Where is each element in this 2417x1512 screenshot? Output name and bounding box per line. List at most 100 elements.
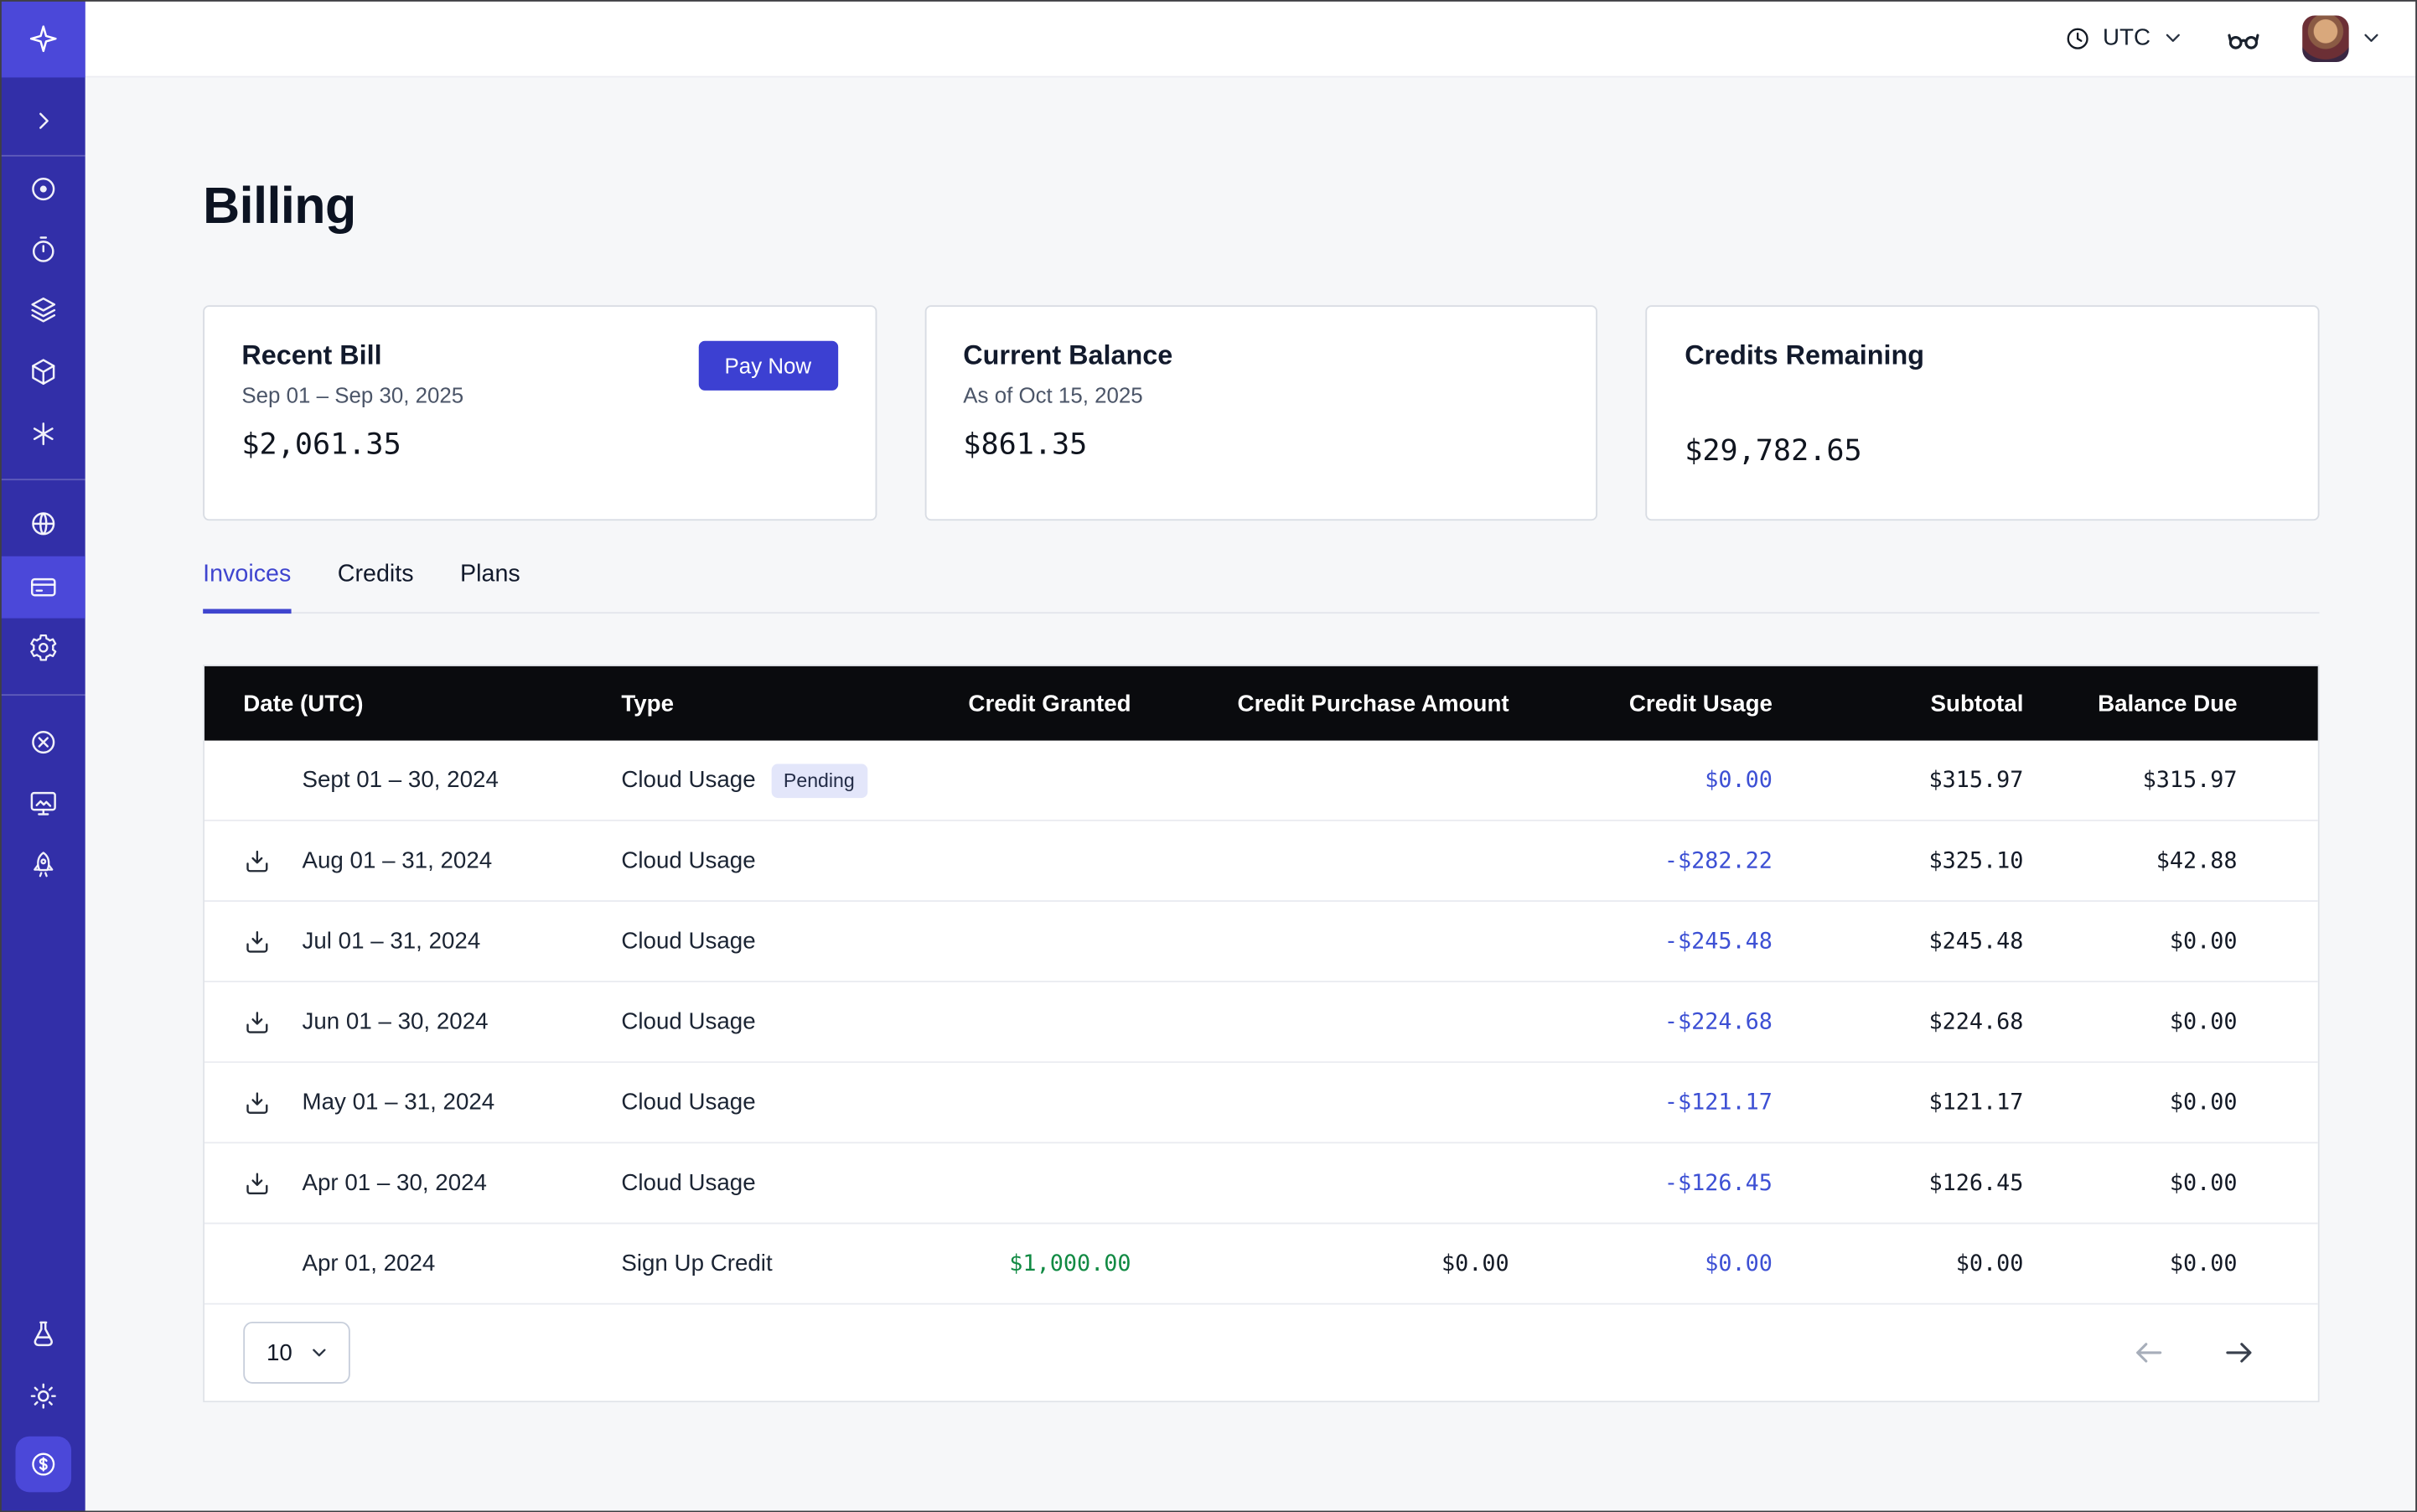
credit-purchase-cell <box>1131 741 1509 820</box>
credit-granted-cell <box>933 902 1131 981</box>
invoice-date-cell: Jul 01 – 31, 2024 <box>204 902 608 981</box>
current-balance-card: Current Balance As of Oct 15, 2025 $861.… <box>924 305 1598 520</box>
column-header: Date (UTC) <box>204 666 608 741</box>
sidebar-item-labs[interactable] <box>0 1303 85 1365</box>
invoice-date-cell: May 01 – 31, 2024 <box>204 1063 608 1142</box>
chevron-down-icon <box>308 1342 329 1364</box>
billing-tabs: Invoices Credits Plans <box>203 561 2319 614</box>
tab-credits[interactable]: Credits <box>338 561 414 614</box>
pay-now-button[interactable]: Pay Now <box>698 341 837 391</box>
invoice-type-cell: Cloud Usage Pending <box>608 741 933 820</box>
column-header: Credit Granted <box>933 666 1131 741</box>
invoice-type: Cloud Usage <box>621 847 755 873</box>
tab-invoices[interactable]: Invoices <box>203 561 291 614</box>
sidebar-item-console[interactable] <box>0 772 85 834</box>
download-invoice-icon[interactable] <box>243 927 271 955</box>
invoice-row: Jul 01 – 31, 2024Cloud Usage-$245.48$245… <box>204 902 2318 982</box>
logo-sparkle-icon <box>27 23 58 54</box>
invoice-type: Cloud Usage <box>621 928 755 954</box>
pending-badge: Pending <box>771 763 867 797</box>
subtotal-cell: $325.10 <box>1773 821 2023 900</box>
sidebar-item-network[interactable] <box>0 493 85 555</box>
balance-due-cell: $0.00 <box>2023 1224 2317 1302</box>
cube-icon <box>27 356 58 387</box>
credit-usage-cell: -$245.48 <box>1509 902 1773 981</box>
balance-due-cell: $0.00 <box>2023 1143 2317 1222</box>
sidebar-divider <box>0 479 85 480</box>
arrow-right-icon <box>2222 1336 2256 1370</box>
subtotal-cell: $315.97 <box>1773 741 2023 820</box>
layers-icon <box>27 294 58 325</box>
column-header: Balance Due <box>2023 666 2317 741</box>
invoice-row: Apr 01, 2024Sign Up Credit$1,000.00$0.00… <box>204 1224 2318 1304</box>
credit-usage-cell: $0.00 <box>1509 741 1773 820</box>
page-title: Billing <box>203 177 2319 236</box>
credit-purchase-cell: $0.00 <box>1131 1224 1509 1302</box>
download-invoice-icon[interactable] <box>243 847 271 874</box>
balance-due-cell: $42.88 <box>2023 821 2317 900</box>
balance-due-cell: $0.00 <box>2023 1063 2317 1142</box>
circle-x-icon <box>27 727 58 758</box>
table-footer: 10 <box>204 1305 2318 1401</box>
invoice-date-cell: Apr 01, 2024 <box>204 1224 608 1302</box>
sidebar-item-volumes[interactable] <box>0 279 85 341</box>
credit-card-icon <box>27 572 58 603</box>
tab-plans[interactable]: Plans <box>460 561 520 614</box>
app-logo[interactable] <box>0 0 85 77</box>
credit-granted-cell: $1,000.00 <box>933 1224 1131 1302</box>
sidebar-item-theme[interactable] <box>0 1365 85 1427</box>
timezone-selector[interactable]: UTC <box>2064 24 2185 52</box>
rocket-icon <box>27 849 58 880</box>
sidebar-item-compute[interactable] <box>0 341 85 403</box>
invoice-type-cell: Cloud Usage <box>608 1063 933 1142</box>
sidebar-divider <box>0 694 85 696</box>
download-invoice-icon[interactable] <box>243 1089 271 1116</box>
credit-purchase-cell <box>1131 821 1509 900</box>
sidebar-item-launch[interactable] <box>0 834 85 896</box>
credit-granted-cell <box>933 741 1131 820</box>
sidebar-item-services[interactable] <box>0 403 85 465</box>
subtotal-cell: $0.00 <box>1773 1224 2023 1302</box>
invoice-date: May 01 – 31, 2024 <box>303 1090 495 1116</box>
invoice-row: May 01 – 31, 2024Cloud Usage-$121.17$121… <box>204 1063 2318 1143</box>
target-icon <box>27 173 58 205</box>
credit-granted-cell <box>933 1143 1131 1222</box>
download-invoice-icon[interactable] <box>243 1169 271 1197</box>
current-balance-amount: $861.35 <box>963 427 1559 462</box>
glasses-icon[interactable] <box>2225 19 2262 56</box>
sidebar-item-billing[interactable] <box>0 557 85 619</box>
next-page-button[interactable] <box>2222 1336 2256 1370</box>
invoice-type-cell: Cloud Usage <box>608 982 933 1061</box>
table-body: Sept 01 – 30, 2024Cloud UsagePending$0.0… <box>204 741 2318 1305</box>
sidebar-divider <box>0 155 85 157</box>
page-size-value: 10 <box>267 1339 292 1365</box>
credit-usage-cell: -$224.68 <box>1509 982 1773 1061</box>
invoice-date: Jul 01 – 31, 2024 <box>303 928 481 954</box>
asterisk-icon <box>27 418 58 449</box>
previous-page-button[interactable] <box>2132 1336 2166 1370</box>
invoice-type-cell: Sign Up Credit <box>608 1224 933 1302</box>
recent-bill-card: Recent Bill Pay Now Sep 01 – Sep 30, 202… <box>203 305 877 520</box>
invoice-type: Cloud Usage <box>621 1170 755 1196</box>
invoice-type: Cloud Usage <box>621 767 755 793</box>
invoice-type: Cloud Usage <box>621 1090 755 1116</box>
balance-as-of: As of Oct 15, 2025 <box>963 383 1559 408</box>
summary-cards: Recent Bill Pay Now Sep 01 – Sep 30, 202… <box>203 305 2319 520</box>
sidebar-item-kubernetes[interactable] <box>0 712 85 774</box>
column-header: Credit Purchase Amount <box>1131 666 1509 741</box>
chevron-right-icon <box>28 107 56 135</box>
account-menu[interactable] <box>2302 15 2383 61</box>
billing-page: UTC Billing Recent Bill Pay Now Sep 01 –… <box>0 0 2417 1512</box>
credit-purchase-cell <box>1131 982 1509 1061</box>
sidebar-item-target[interactable] <box>0 158 85 220</box>
collapse-sidebar-button[interactable] <box>0 90 85 152</box>
page-size-select[interactable]: 10 <box>243 1322 349 1384</box>
invoice-row: Aug 01 – 31, 2024Cloud Usage-$282.22$325… <box>204 821 2318 902</box>
sidebar-item-credits[interactable] <box>15 1437 71 1493</box>
dollar-icon <box>28 1449 59 1480</box>
column-header: Credit Usage <box>1509 666 1773 741</box>
sidebar-item-snapshots[interactable] <box>0 219 85 281</box>
download-invoice-icon[interactable] <box>243 1008 271 1036</box>
chevron-down-icon <box>2360 26 2383 49</box>
sidebar-item-settings[interactable] <box>0 617 85 679</box>
